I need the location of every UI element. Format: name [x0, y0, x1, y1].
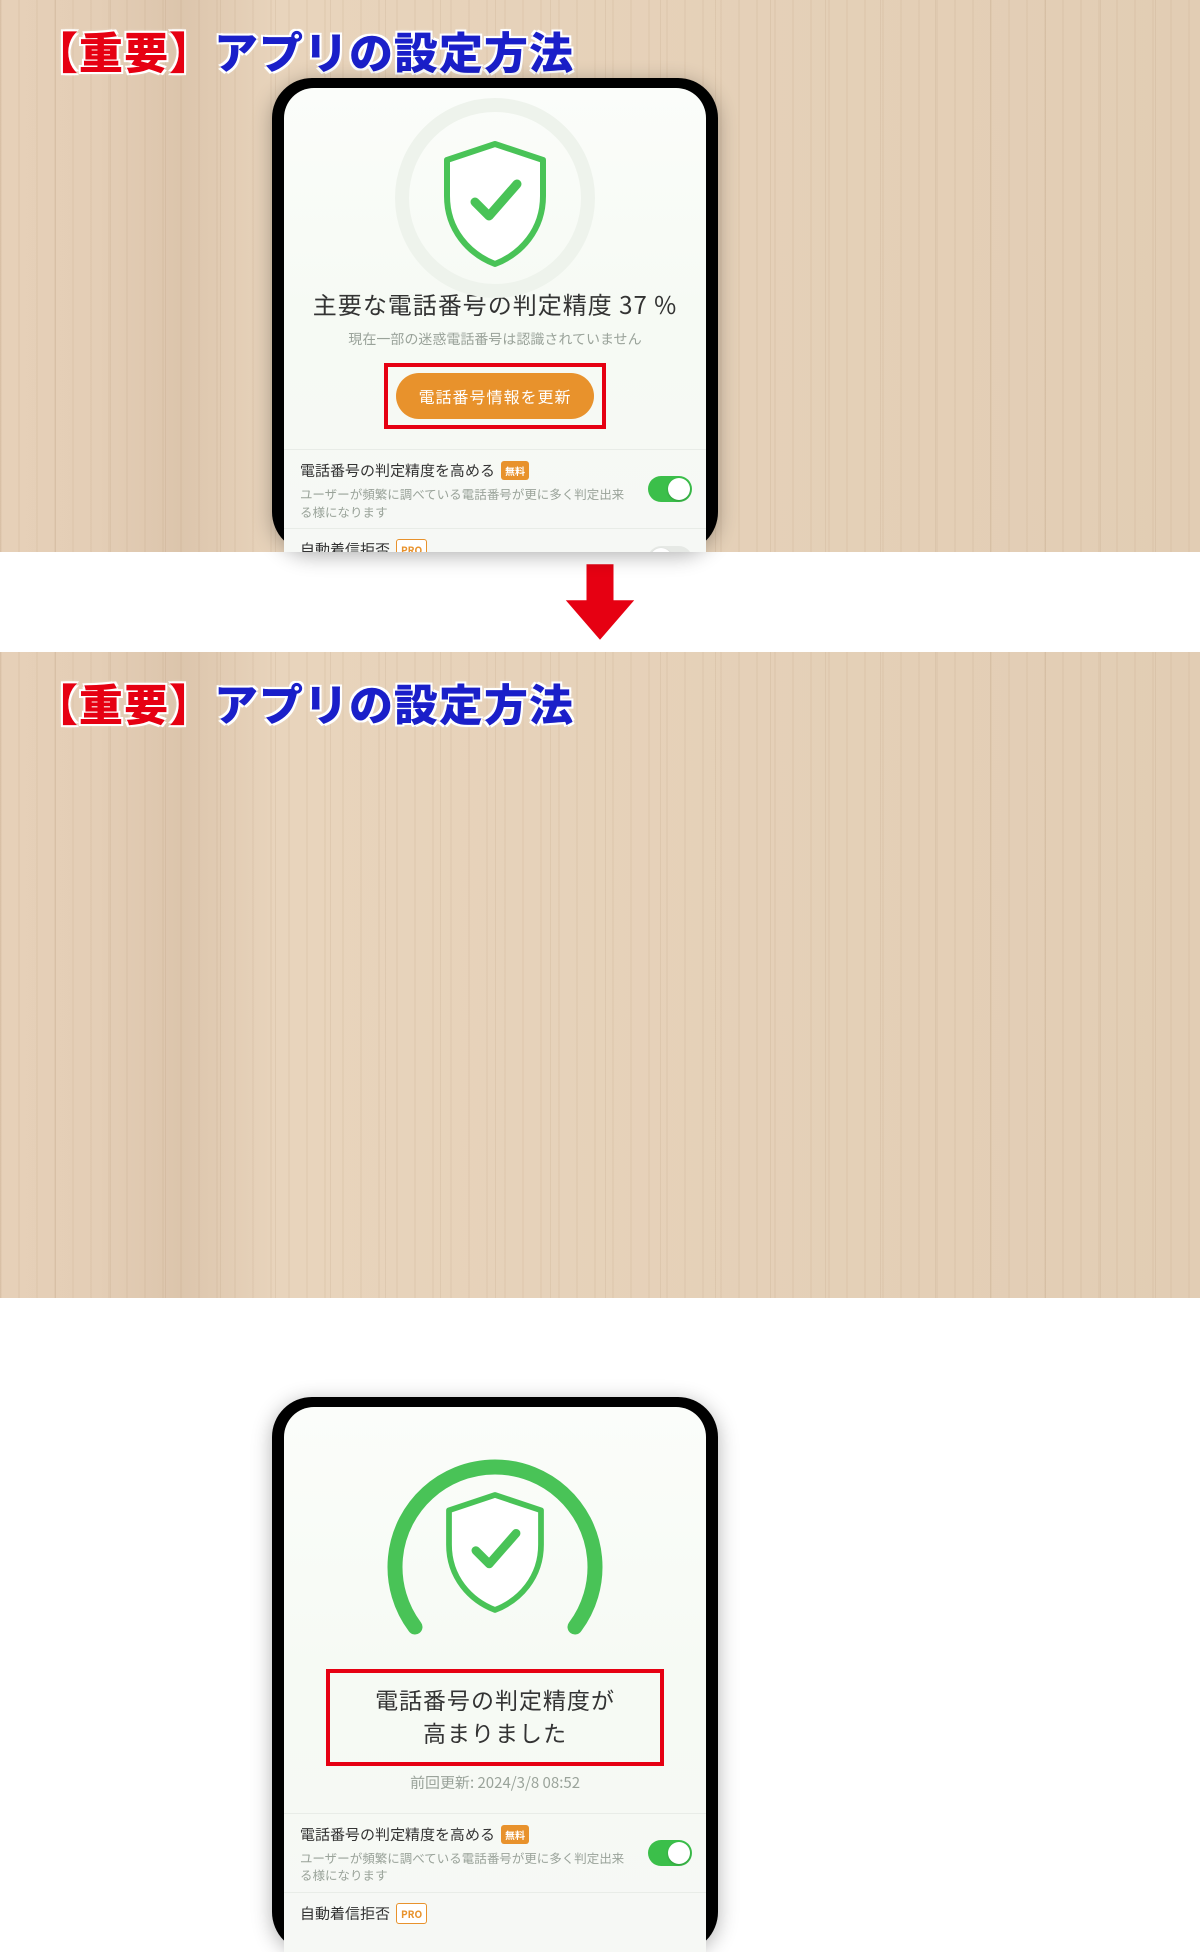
- badge-free: 無料: [501, 461, 529, 480]
- row-title: 自動着信拒否 PRO: [300, 1903, 690, 1924]
- phone-frame: 電話番号の判定精度が 高まりました 前回更新: 2024/3/8 08:52 電…: [272, 1397, 718, 1952]
- row-auto-block[interactable]: 自動着信拒否 PRO 迷惑電話の着信もさせません。: [284, 528, 706, 552]
- arrow-down-icon: [555, 557, 645, 647]
- title-rest: アプリの設定方法: [214, 670, 574, 734]
- result-line2: 高まりました: [336, 1716, 654, 1749]
- important-label: 重要: [79, 670, 169, 734]
- toggle-improve-accuracy[interactable]: [648, 476, 692, 502]
- transition-arrow-area: [0, 552, 1200, 652]
- row-desc: ユーザーが頻繁に調べている電話番号が更に多く判定出来る様になります: [300, 485, 690, 520]
- important-label: 重要: [79, 18, 169, 82]
- shield-check-icon: [438, 1489, 553, 1614]
- row-auto-block[interactable]: 自動着信拒否 PRO: [284, 1892, 706, 1926]
- toggle-improve-accuracy[interactable]: [648, 1840, 692, 1866]
- toggle-auto-block[interactable]: [648, 546, 692, 552]
- bracket-open: 【: [34, 18, 79, 82]
- row-desc: ユーザーが頻繁に調べている電話番号が更に多く判定出来る様になります: [300, 1849, 690, 1884]
- badge-pro: PRO: [396, 539, 427, 552]
- title-rest: アプリの設定方法: [214, 18, 574, 82]
- row-title: 電話番号の判定精度を高める 無料: [300, 460, 690, 481]
- last-updated: 前回更新: 2024/3/8 08:52: [284, 1772, 706, 1793]
- scene-before: 【重要】アプリの設定方法 主要な電話番号の判定精度 37 % 現在一部の迷惑電話…: [0, 0, 1200, 552]
- status-gauge: [380, 1437, 610, 1657]
- row-improve-accuracy[interactable]: 電話番号の判定精度を高める 無料 ユーザーが頻繁に調べている電話番号が更に多く判…: [284, 449, 706, 528]
- overlay-title: 【重要】アプリの設定方法: [34, 670, 574, 734]
- row-title-text: 自動着信拒否: [300, 539, 390, 552]
- row-title: 自動着信拒否 PRO: [300, 539, 690, 552]
- shield-check-icon: [435, 138, 555, 268]
- bracket-close: 】: [169, 670, 214, 734]
- overlay-title: 【重要】アプリの設定方法: [34, 18, 574, 82]
- highlight-box-result: 電話番号の判定精度が 高まりました: [326, 1669, 664, 1766]
- row-title: 電話番号の判定精度を高める 無料: [300, 1824, 690, 1845]
- result-line1: 電話番号の判定精度が: [336, 1683, 654, 1716]
- app-screen-before: 主要な電話番号の判定精度 37 % 現在一部の迷惑電話番号は認識されていません …: [284, 88, 706, 552]
- bracket-close: 】: [169, 18, 214, 82]
- app-screen-after: 電話番号の判定精度が 高まりました 前回更新: 2024/3/8 08:52 電…: [284, 1407, 706, 1952]
- row-title-text: 電話番号の判定精度を高める: [300, 460, 495, 481]
- bracket-open: 【: [34, 670, 79, 734]
- settings-list: 電話番号の判定精度を高める 無料 ユーザーが頻繁に調べている電話番号が更に多く判…: [284, 1813, 706, 1926]
- phone-frame: 主要な電話番号の判定精度 37 % 現在一部の迷惑電話番号は認識されていません …: [272, 78, 718, 552]
- badge-free: 無料: [501, 1825, 529, 1844]
- badge-pro: PRO: [396, 1903, 427, 1924]
- accuracy-subtext: 現在一部の迷惑電話番号は認識されていません: [284, 329, 706, 349]
- update-database-button[interactable]: 電話番号情報を更新: [396, 373, 593, 419]
- row-title-text: 自動着信拒否: [300, 1903, 390, 1924]
- row-title-text: 電話番号の判定精度を高める: [300, 1824, 495, 1845]
- highlight-box: 電話番号情報を更新: [384, 363, 605, 429]
- status-gauge: [380, 98, 610, 278]
- settings-list: 電話番号の判定精度を高める 無料 ユーザーが頻繁に調べている電話番号が更に多く判…: [284, 449, 706, 552]
- scene-after: 【重要】アプリの設定方法 電話番号の判定精度が 高まりました 前回更新: 202…: [0, 652, 1200, 1298]
- row-improve-accuracy[interactable]: 電話番号の判定精度を高める 無料 ユーザーが頻繁に調べている電話番号が更に多く判…: [284, 1813, 706, 1892]
